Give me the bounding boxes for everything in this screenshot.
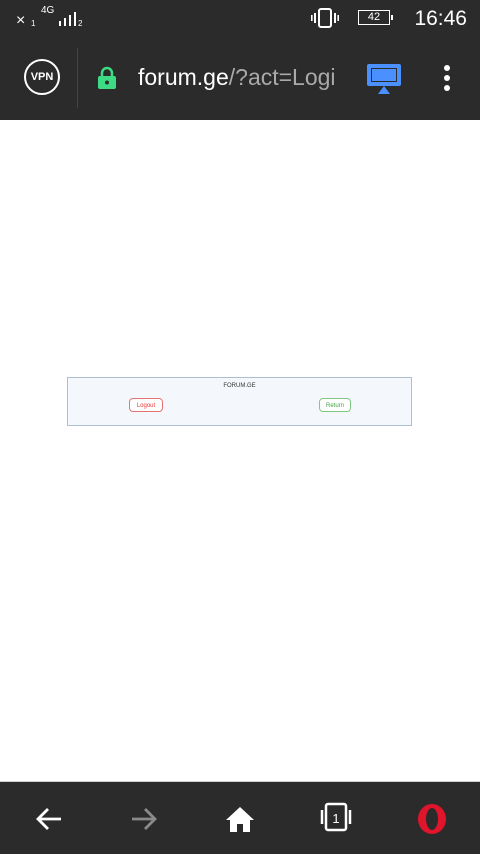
menu-icon[interactable] [443,65,451,91]
tab-count: 1 [332,811,339,826]
signal-strength-icon [59,12,76,26]
browser-address-bar: VPN forum.ge/?act=Logi [0,38,480,120]
url-host: forum.ge [138,64,229,90]
desktop-site-icon[interactable] [366,63,402,95]
url-field[interactable]: forum.ge/?act=Logi [138,64,350,91]
no-signal-x-icon: × [16,12,26,29]
logout-confirm-box: FORUM.GE Logout Return [67,377,412,426]
vibrate-icon [311,8,339,28]
forward-arrow-icon[interactable] [130,805,158,833]
bottom-navigation-bar: 1 [0,781,480,854]
url-path: /?act=Logi [228,64,336,90]
opera-icon[interactable] [416,803,448,835]
battery-level: 42 [358,10,393,25]
vpn-button[interactable]: VPN [24,59,60,95]
home-icon[interactable] [225,805,255,833]
clock: 16:46 [414,7,467,30]
web-page-content: FORUM.GE Logout Return [0,120,480,781]
status-bar: × 1 4G 2 42 16:46 [0,0,480,38]
logout-button[interactable]: Logout [129,398,163,412]
tabs-icon[interactable]: 1 [318,802,354,832]
network-type: 4G [41,5,55,16]
return-button[interactable]: Return [319,398,351,412]
sim2-index: 2 [78,19,83,28]
back-arrow-icon[interactable] [35,805,63,833]
address-divider [77,48,78,108]
lock-icon[interactable] [97,66,117,90]
sim1-index: 1 [31,19,36,28]
forum-title: FORUM.GE [223,383,256,389]
